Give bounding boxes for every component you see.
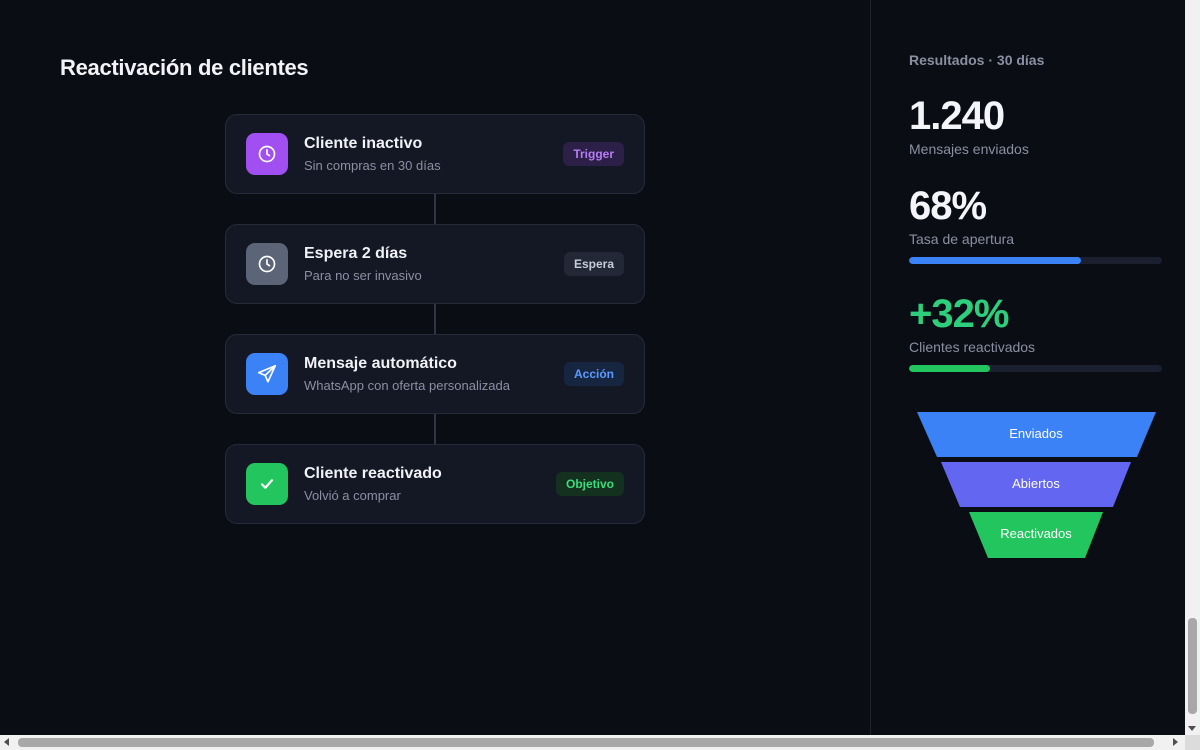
workflow-step-goal[interactable]: Cliente reactivado Volvió a comprar Obje… — [225, 444, 645, 524]
funnel-label-sent: Enviados — [1009, 426, 1063, 441]
workflow-step-action[interactable]: Mensaje automático WhatsApp con oferta p… — [225, 334, 645, 414]
reactivated-bar-fill — [909, 365, 990, 372]
step-subtitle: Para no ser invasivo — [304, 268, 422, 283]
step-title: Cliente reactivado — [304, 465, 442, 482]
workflow: Cliente inactivo Sin compras en 30 días … — [225, 114, 645, 524]
step-title: Mensaje automático — [304, 355, 457, 372]
page-title: Reactivación de clientes — [60, 55, 309, 80]
step-title: Espera 2 días — [304, 245, 408, 262]
step-badge: Trigger — [563, 142, 624, 166]
check-icon — [246, 463, 288, 505]
step-badge: Acción — [563, 362, 624, 386]
open-rate-label: Tasa de apertura — [909, 231, 1015, 247]
scroll-left-arrow-icon[interactable] — [4, 738, 9, 746]
messages-sent-value: 1.240 — [909, 94, 1005, 138]
step-badge: Espera — [563, 252, 624, 276]
send-icon — [246, 353, 288, 395]
funnel-label-opened: Abiertos — [1012, 476, 1060, 491]
results-header: Resultados · 30 días — [909, 52, 1045, 68]
step-connector — [434, 414, 436, 444]
reactivated-label: Clientes reactivados — [909, 339, 1036, 355]
workflow-step-wait[interactable]: Espera 2 días Para no ser invasivo Esper… — [225, 224, 645, 304]
vertical-scroll-thumb[interactable] — [1188, 618, 1197, 714]
step-subtitle: Volvió a comprar — [304, 488, 401, 503]
conversion-funnel: Enviados Abiertos Reactivados — [911, 410, 1161, 560]
results-panel: Resultados · 30 días 1.240 Mensajes envi… — [870, 0, 1185, 735]
step-title: Cliente inactivo — [304, 135, 423, 152]
horizontal-scroll-thumb[interactable] — [18, 738, 1154, 747]
clock-icon — [246, 243, 288, 285]
step-subtitle: WhatsApp con oferta personalizada — [304, 378, 510, 393]
step-connector — [434, 194, 436, 224]
reactivated-bar — [909, 365, 1162, 372]
vertical-scrollbar[interactable] — [1185, 0, 1200, 735]
open-rate-value: 68% — [909, 184, 987, 228]
workflow-step-trigger[interactable]: Cliente inactivo Sin compras en 30 días … — [225, 114, 645, 194]
scrollbar-corner — [1185, 735, 1200, 750]
scroll-down-arrow-icon[interactable] — [1188, 726, 1196, 731]
horizontal-scrollbar[interactable] — [0, 735, 1200, 750]
step-subtitle: Sin compras en 30 días — [304, 158, 441, 173]
step-badge: Objetivo — [555, 472, 624, 496]
scroll-right-arrow-icon[interactable] — [1173, 738, 1178, 746]
funnel-label-reactivated: Reactivados — [1000, 526, 1072, 541]
reactivated-value: +32% — [909, 292, 1009, 336]
main-panel: Reactivación de clientes Cliente inactiv… — [0, 0, 870, 735]
messages-sent-label: Mensajes enviados — [909, 141, 1029, 157]
open-rate-bar — [909, 257, 1162, 264]
open-rate-bar-fill — [909, 257, 1082, 264]
step-connector — [434, 304, 436, 334]
clock-icon — [246, 133, 288, 175]
